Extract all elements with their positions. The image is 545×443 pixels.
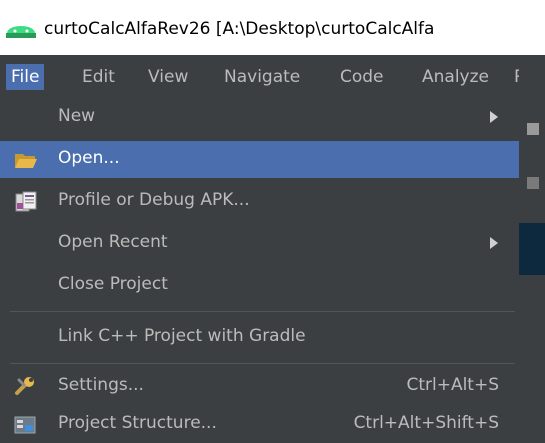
menu-separator xyxy=(10,311,515,312)
toolbar-icon xyxy=(527,123,539,135)
menu-item-label: Open Recent xyxy=(58,232,168,252)
menu-separator xyxy=(10,363,515,364)
title-bar: curtoCalcAlfaRev26 [A:\Desktop\curtoCalc… xyxy=(0,0,545,49)
menu-item-open[interactable]: Open... xyxy=(0,141,519,178)
submenu-arrow-icon xyxy=(490,237,498,249)
menu-item-shortcut: Ctrl+Alt+S xyxy=(406,375,499,395)
menu-item-profile-debug-apk[interactable]: Profile or Debug APK... xyxy=(0,183,519,220)
menu-view[interactable]: View xyxy=(148,64,188,90)
window-title: curtoCalcAlfaRev26 [A:\Desktop\curtoCalc… xyxy=(44,19,435,39)
menu-analyze[interactable]: Analyze xyxy=(422,64,489,90)
gear-icon xyxy=(527,177,539,189)
menu-item-label: Close Project xyxy=(58,274,168,294)
menu-edit[interactable]: Edit xyxy=(82,64,115,90)
submenu-arrow-icon xyxy=(490,111,498,123)
folder-open-icon xyxy=(15,154,37,168)
menu-item-label: Settings... xyxy=(58,375,144,395)
menu-item-link-cpp-project[interactable]: Link C++ Project with Gradle xyxy=(0,319,519,356)
menu-item-settings[interactable]: Settings... Ctrl+Alt+S xyxy=(0,368,519,405)
menu-item-label: Project Structure... xyxy=(58,413,217,433)
project-structure-icon xyxy=(14,416,36,434)
menu-navigate[interactable]: Navigate xyxy=(224,64,300,90)
android-studio-icon xyxy=(6,26,36,38)
menu-item-new[interactable]: New xyxy=(0,99,519,136)
editor-background-strip xyxy=(519,55,545,443)
selected-row-strip xyxy=(519,223,545,275)
menu-item-label: Link C++ Project with Gradle xyxy=(58,326,306,346)
wrench-icon xyxy=(15,377,34,395)
menu-item-project-structure[interactable]: Project Structure... Ctrl+Alt+Shift+S xyxy=(0,406,519,443)
menu-item-label: Open... xyxy=(58,148,120,168)
menu-item-label: Profile or Debug APK... xyxy=(58,190,250,210)
menu-file[interactable]: File xyxy=(6,64,45,90)
menu-bar: File Edit View Navigate Code Analyze R xyxy=(0,55,530,97)
menu-item-close-project[interactable]: Close Project xyxy=(0,267,519,304)
menu-item-label: New xyxy=(58,106,96,126)
apk-icon xyxy=(15,191,37,212)
menu-code[interactable]: Code xyxy=(340,64,384,90)
file-menu-dropdown: New Open... Profile or Debug APK... Open… xyxy=(0,97,519,443)
menu-item-shortcut: Ctrl+Alt+Shift+S xyxy=(353,413,499,433)
menu-item-open-recent[interactable]: Open Recent xyxy=(0,225,519,262)
